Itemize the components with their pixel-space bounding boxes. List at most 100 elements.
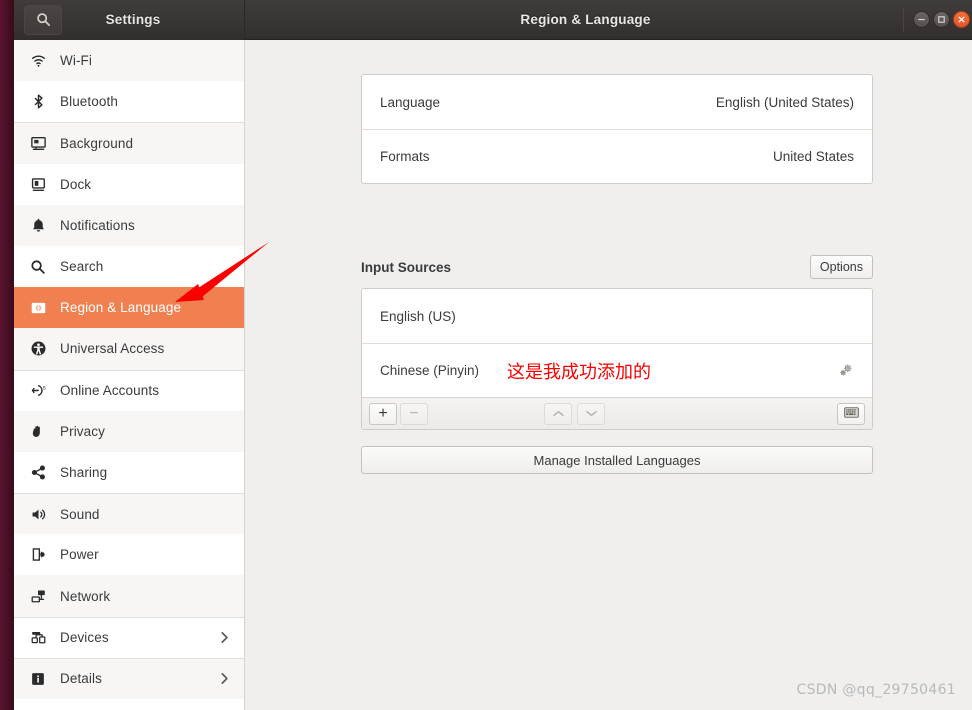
manage-installed-languages-button[interactable]: Manage Installed Languages: [361, 446, 873, 474]
minimize-button[interactable]: [913, 11, 930, 28]
bell-icon: [23, 213, 53, 237]
input-sources-card: English (US) Chinese (Pinyin) 这是我成功添加的 +…: [361, 288, 873, 430]
info-icon: [23, 667, 53, 691]
page-title: Region & Language: [520, 12, 651, 27]
sidebar-item-label: Sound: [60, 506, 100, 522]
sidebar-item-online-accounts[interactable]: s Online Accounts: [14, 369, 244, 411]
sidebar-item-label: Sharing: [60, 464, 108, 480]
move-down-icon: [585, 405, 598, 423]
reorder-buttons: [544, 402, 605, 425]
sidebar-item-background[interactable]: Background: [14, 122, 244, 164]
dock-icon: [23, 172, 53, 196]
formats-label: Formats: [380, 149, 430, 164]
annotation-text: 这是我成功添加的: [507, 361, 652, 383]
sidebar-item-label: Bluetooth: [60, 94, 118, 110]
sidebar-item-label: Details: [60, 671, 102, 687]
locale-card-wrapper: Language English (United States) Formats…: [361, 74, 873, 184]
chevron-right-icon: [219, 671, 230, 686]
close-button[interactable]: [953, 11, 970, 28]
network-icon: [23, 584, 53, 608]
minimize-icon: [917, 15, 926, 24]
window-titlebar: Settings Region & Language: [14, 0, 972, 40]
input-source-name: English (US): [380, 308, 456, 324]
sidebar-item-label: Region & Language: [60, 300, 182, 316]
settings-title: Settings: [105, 12, 161, 27]
speaker-icon: [23, 502, 53, 526]
sidebar-item-universal-access[interactable]: Universal Access: [14, 328, 244, 370]
sidebar-item-label: Universal Access: [60, 341, 165, 357]
sidebar-item-details[interactable]: Details: [14, 657, 244, 699]
sidebar-item-label: Wi-Fi: [60, 53, 92, 69]
sidebar-item-network[interactable]: Network: [14, 575, 244, 617]
sidebar-item-sharing[interactable]: Sharing: [14, 451, 244, 494]
titlebar-main-section: Region & Language: [245, 0, 972, 40]
sidebar-item-wifi[interactable]: Wi-Fi: [14, 40, 244, 82]
input-sources-toolbar: + −: [362, 397, 872, 429]
formats-row[interactable]: Formats United States: [362, 129, 872, 183]
window-controls: [903, 0, 970, 40]
maximize-button[interactable]: [933, 11, 950, 28]
move-up-button[interactable]: [544, 402, 572, 425]
power-battery-icon: [23, 543, 53, 567]
language-row[interactable]: Language English (United States): [362, 75, 872, 129]
bluetooth-icon: [23, 90, 53, 114]
input-source-name: Chinese (Pinyin): [380, 363, 480, 378]
close-icon: [957, 15, 966, 24]
input-source-row[interactable]: Chinese (Pinyin) 这是我成功添加的: [362, 343, 872, 397]
settings-sidebar: Wi-Fi Bluetooth Background Dock Notifica…: [14, 40, 245, 710]
sidebar-item-search[interactable]: Search: [14, 245, 244, 288]
sidebar-item-label: Search: [60, 259, 104, 275]
background-icon: [23, 131, 53, 155]
region-language-content: Language English (United States) Formats…: [245, 40, 972, 710]
devices-icon: [23, 626, 53, 650]
csdn-watermark: CSDN @qq_29750461: [796, 682, 956, 698]
sidebar-item-label: Network: [60, 588, 111, 604]
options-button[interactable]: Options: [809, 255, 873, 279]
language-value: English (United States): [715, 94, 854, 110]
svg-text:s: s: [42, 386, 45, 392]
share-icon: [23, 460, 53, 484]
sidebar-item-label: Dock: [60, 176, 92, 192]
search-icon: [23, 255, 53, 279]
sidebar-item-label: Notifications: [60, 217, 135, 233]
formats-value: United States: [772, 149, 854, 164]
add-input-source-button[interactable]: +: [369, 402, 397, 425]
chevron-right-icon: [219, 630, 230, 645]
sidebar-item-label: Devices: [60, 630, 109, 646]
online-accounts-icon: s: [23, 379, 53, 403]
sidebar-item-bluetooth[interactable]: Bluetooth: [14, 81, 244, 123]
sidebar-item-notifications[interactable]: Notifications: [14, 204, 244, 246]
sidebar-item-label: Online Accounts: [60, 383, 160, 399]
screenshot-root: Settings Region & Language Wi-Fi Bluetoo…: [0, 0, 972, 710]
sidebar-item-sound[interactable]: Sound: [14, 493, 244, 535]
maximize-icon: [937, 15, 946, 24]
input-sources-title: Input Sources: [361, 259, 452, 275]
sidebar-item-power[interactable]: Power: [14, 534, 244, 576]
sidebar-item-label: Privacy: [60, 423, 105, 439]
sidebar-item-label: Background: [60, 135, 134, 151]
keyboard-icon: [843, 405, 859, 423]
desktop-background-strip: [0, 0, 14, 710]
sidebar-item-label: Power: [60, 547, 99, 563]
input-sources-section: Input Sources Options English (US) Chine…: [361, 252, 873, 474]
show-keyboard-layout-button[interactable]: [837, 402, 865, 425]
search-icon: [36, 12, 51, 27]
sidebar-item-privacy[interactable]: Privacy: [14, 410, 244, 452]
move-down-button[interactable]: [577, 402, 605, 425]
preferences-gear-icon[interactable]: [837, 362, 854, 379]
titlebar-sidebar-section: Settings: [14, 0, 245, 40]
sidebar-item-dock[interactable]: Dock: [14, 163, 244, 205]
wifi-icon: [23, 49, 53, 73]
search-button[interactable]: [24, 4, 62, 35]
input-source-row[interactable]: English (US): [362, 289, 872, 343]
language-label: Language: [380, 94, 441, 110]
move-up-icon: [552, 405, 565, 423]
locale-card: Language English (United States) Formats…: [361, 74, 873, 184]
sidebar-item-region-language[interactable]: Region & Language: [14, 287, 244, 329]
input-sources-header: Input Sources Options: [361, 252, 873, 282]
accessibility-icon: [23, 337, 53, 361]
hand-privacy-icon: [23, 419, 53, 443]
remove-input-source-button[interactable]: −: [400, 402, 428, 425]
sidebar-item-devices[interactable]: Devices: [14, 616, 244, 658]
window-body: Wi-Fi Bluetooth Background Dock Notifica…: [14, 40, 972, 710]
